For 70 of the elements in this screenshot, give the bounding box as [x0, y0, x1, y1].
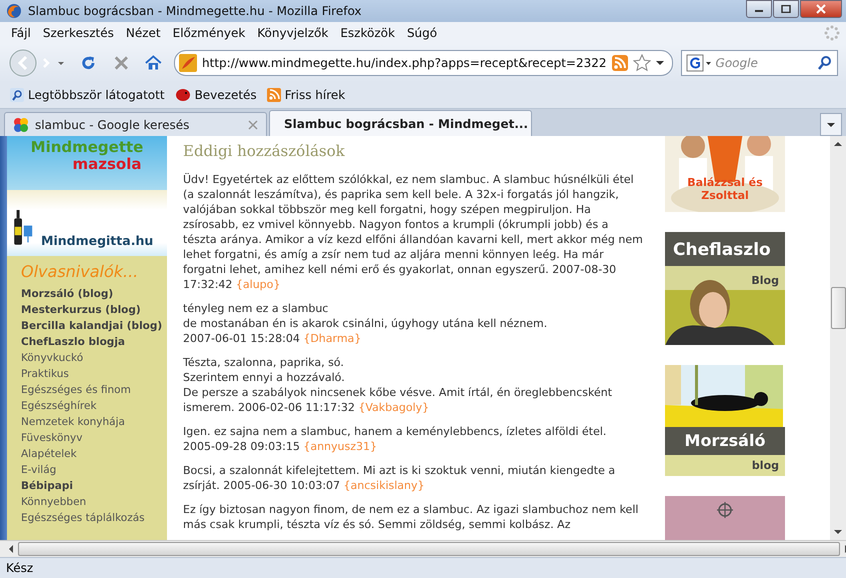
menu-item[interactable]: Súgó	[402, 26, 444, 40]
address-field[interactable]: http://www.mindmegette.hu/index.php?apps=recept&recept=2322	[174, 50, 673, 76]
firefox-icon	[6, 3, 22, 19]
menu-item[interactable]: Eszközök	[335, 26, 402, 40]
scroll-thumb[interactable]	[18, 542, 840, 556]
comment-text: Üdv! Egyetértek az előttem szólókkal, ez nem slambuc. A slambuc húsnélküli étel (a szalonnát leszámítva), és paprika sem kell bele. A 32x-i forgatás jól hangzik, valójában sokkal többször meg kell forgatni, hogy szépen megpiruljon. Ha zsírosabb, ez vmivel könnyebb. Nagyon fontos a krumpli (ókrumpli jobb) és a tészta aránya. Amikor a víz kezd elfőni állandóan kavarni kell, mert akkor még nem lehet forgatni, és amíg a zsír nem tud az aljára menni könnyen leég. Ha már forgatni lehet, amihez kell némi erő és gyakorlat, onnan egyszerű. 2007-08-30 17:32:42 {alupo}	[183, 172, 644, 292]
sidebar-link[interactable]: Bébipapi	[21, 478, 167, 494]
star-icon[interactable]	[632, 54, 651, 72]
drink-banner[interactable]: Mindmegitta.hu	[7, 190, 167, 256]
throbber-icon	[824, 25, 840, 41]
bookmark-item[interactable]: Friss hírek	[266, 88, 346, 102]
browser-tab[interactable]: Slambuc bográcsban - Mindmeget...	[269, 110, 532, 136]
menu-item[interactable]: Könyvjelzők	[252, 26, 336, 40]
scroll-thumb[interactable]	[830, 287, 846, 329]
tab-list-button[interactable]	[820, 113, 842, 136]
sidebar-link[interactable]: Egészséges és finom	[21, 382, 167, 398]
bookmark-item[interactable]: Bevezetés	[174, 88, 257, 102]
menu-item[interactable]: Előzmények	[168, 26, 252, 40]
dropdown-icon[interactable]	[656, 60, 664, 66]
sidebar-link[interactable]: ChefLaszlo blogja	[21, 334, 167, 350]
scroll-down-icon[interactable]	[834, 529, 842, 535]
comment-text: tényleg nem ez a slambuc de mostanában én is akarok csinálni, úgyhogy utána kell néznem. 2007-06-01 15:28:04 {Dharma}	[183, 301, 548, 346]
menu-item[interactable]: Nézet	[120, 26, 168, 40]
caret-icon	[827, 122, 835, 128]
comment-text: Tészta, szalonna, paprika, só. Szerintem ennyi a hozzávaló. De persze a szabályok nincsenek kőbe vésve. Amit írtál, én öreglebbencsként ismerem. 2006-02-06 11:17:32 {Vakbagoly}	[183, 355, 614, 415]
browser-tab[interactable]: slambuc - Google keresés	[4, 112, 267, 136]
sidebar-link[interactable]: Könyvkuckó	[21, 350, 167, 366]
sidebar-link[interactable]: Morzsáló (blog)	[21, 286, 167, 302]
site-icon	[179, 54, 198, 72]
bird-icon	[174, 88, 191, 102]
banner-title[interactable]: Cheflaszlo	[665, 232, 785, 266]
sidebar-link[interactable]: Praktikus	[21, 366, 167, 382]
sidebar-link[interactable]: E-világ	[21, 462, 167, 478]
menu-item[interactable]: Szerkesztés	[38, 26, 121, 40]
bookmark-item[interactable]: Legtöbbször látogatott	[10, 88, 165, 102]
comment-text: Igen. ez sajna nem a slambuc, hanem a keménylebbencs, ízletes alföldi étel. 2005-09-28 09:03:15 {annyusz31}	[183, 424, 608, 454]
banner-title[interactable]: Morzsáló	[665, 427, 785, 456]
rss-icon	[266, 88, 281, 102]
sidebar-link[interactable]: Bercilla kalandjai (blog)	[21, 318, 167, 334]
section-heading: Eddigi hozzászólások	[183, 142, 346, 160]
window-title: Slambuc bográcsban - Mindmegette.hu - Mozilla Firefox	[28, 4, 363, 18]
horizontal-scrollbar[interactable]	[0, 540, 846, 557]
scroll-left-icon[interactable]	[8, 545, 14, 553]
minimize-button[interactable]	[746, 0, 772, 18]
sidebar-link[interactable]: Mesterkurzus (blog)	[21, 302, 167, 318]
maximize-button[interactable]	[773, 0, 799, 18]
crosshair-icon	[717, 502, 733, 518]
sidebar-link[interactable]: Könnyebben	[21, 494, 167, 510]
sidebar-link[interactable]: Alapételek	[21, 446, 167, 462]
favicon-icon	[13, 116, 29, 132]
menu-item[interactable]: Fájl	[6, 26, 38, 40]
sidebar-link[interactable]: Egészséges táplálkozás	[21, 510, 167, 526]
banner-subtitle[interactable]: Blog	[751, 274, 779, 287]
close-icon	[816, 4, 826, 14]
sidebar-heading: Olvasnivalók...	[21, 262, 140, 281]
comment-text: Ez így biztosan nagyon finom, de nem ez a slambuc. Az igazi slambuchoz nem kell más csak krumpli, tészta víz és só. Semmi zöldség, semmi kolbász. Az	[183, 502, 640, 532]
search-icon	[10, 88, 24, 102]
search-field[interactable]: Google	[680, 50, 838, 76]
vertical-scrollbar[interactable]	[830, 136, 846, 540]
close-button[interactable]	[800, 0, 842, 18]
status-text: Kész	[6, 561, 34, 575]
banner-subtitle[interactable]: blog	[665, 455, 785, 476]
scroll-up-icon[interactable]	[834, 141, 842, 147]
maximize-icon	[781, 5, 791, 13]
sidebar-link[interactable]: Füveskönyv	[21, 430, 167, 446]
sidebar-link[interactable]: Egészséghírek	[21, 398, 167, 414]
search-icon[interactable]	[817, 55, 834, 71]
comment-text: Bocsi, a szalonnát kifelejtettem. Mi azt is ki szoktuk venni, miután kiengedte a zsírját. 2005-06-30 10:03:07 {ancsikislany}	[183, 463, 616, 493]
google-icon	[686, 54, 712, 72]
sidebar-link[interactable]: Nemzetek konyhája	[21, 414, 167, 430]
